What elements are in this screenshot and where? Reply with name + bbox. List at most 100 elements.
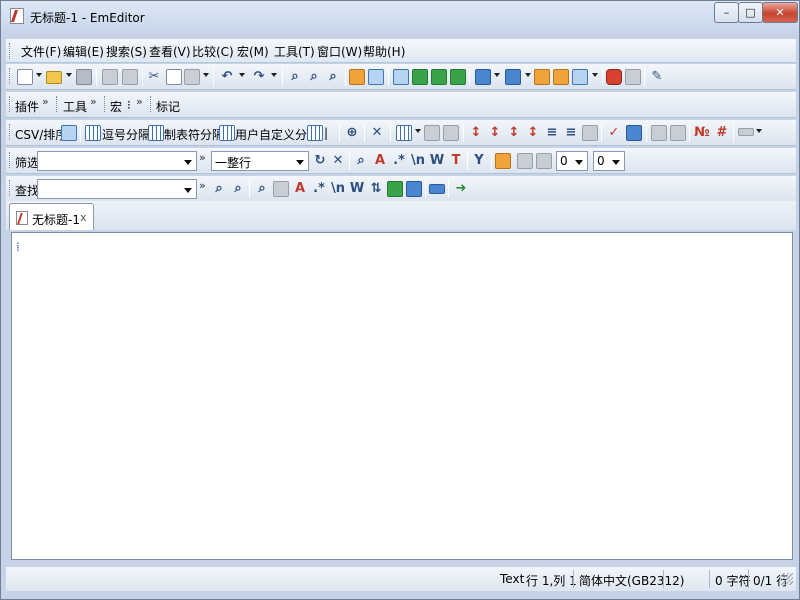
spell-check-icon[interactable]: ✓ <box>606 125 622 141</box>
filter-funnel-icon[interactable]: Y <box>471 153 487 169</box>
sort-length-asc-icon[interactable]: ≡ <box>544 125 560 141</box>
configuration-dropdown-arrow[interactable] <box>525 73 531 77</box>
sort-numeric-desc-icon[interactable]: ↕ <box>525 125 541 141</box>
columns-dropdown-arrow[interactable] <box>415 129 421 133</box>
customize-icon[interactable] <box>534 69 550 85</box>
filter-scope-select[interactable]: 一整行 <box>211 151 309 171</box>
paste-icon[interactable] <box>184 69 200 85</box>
filter-chevron[interactable]: » <box>199 151 206 164</box>
menu-tools[interactable]: 工具(T) <box>274 43 315 60</box>
encoding-dropdown-arrow[interactable] <box>494 73 500 77</box>
filter-options-icon[interactable] <box>536 153 552 169</box>
plugins-chevron[interactable]: » <box>42 95 49 108</box>
toolbar-grip[interactable] <box>9 43 12 59</box>
chevron-down-icon[interactable] <box>575 160 583 165</box>
chevron-down-icon[interactable] <box>184 188 192 193</box>
highlight-icon[interactable] <box>387 181 403 197</box>
toolbar-grip[interactable] <box>104 96 107 112</box>
find-next-icon[interactable]: ⌕ <box>230 181 246 197</box>
close-button[interactable]: ✕ <box>762 2 798 23</box>
word-count-icon[interactable] <box>626 125 642 141</box>
clear-filter-icon[interactable]: ✕ <box>330 153 346 169</box>
sort-numeric-asc-icon[interactable]: ↕ <box>506 125 522 141</box>
menu-search[interactable]: 搜索(S) <box>106 43 147 60</box>
batch-find-icon[interactable] <box>429 184 445 194</box>
undo-dropdown-arrow[interactable] <box>239 73 245 77</box>
status-mode[interactable]: Text <box>500 572 524 586</box>
toolbar-grip[interactable] <box>56 96 59 112</box>
select-column-icon[interactable] <box>424 125 440 141</box>
sort-a-z-icon[interactable]: ↕ <box>468 125 484 141</box>
tools-toolbar-label[interactable]: 工具 <box>63 98 87 115</box>
save-icon[interactable] <box>76 69 92 85</box>
match-case-icon[interactable]: A <box>292 181 308 197</box>
configuration-icon[interactable] <box>505 69 521 85</box>
view-mode-icon[interactable] <box>393 69 409 85</box>
csv-tools-icon[interactable]: ✕ <box>369 125 385 141</box>
undo-icon[interactable]: ↶ <box>219 69 235 85</box>
new-dropdown-arrow[interactable] <box>36 73 42 77</box>
menu-file[interactable]: 文件(F) <box>21 43 61 60</box>
text-editor[interactable]: ⁞ <box>11 232 793 560</box>
escape-sequence-icon[interactable]: \n <box>410 153 426 169</box>
toolbar-grip[interactable] <box>9 152 12 168</box>
find-previous-icon[interactable]: ⌕ <box>325 69 341 85</box>
match-case-icon[interactable]: A <box>372 153 388 169</box>
find-chevron[interactable]: » <box>199 179 206 192</box>
csv-mode-icon[interactable] <box>61 125 77 141</box>
tab-document[interactable]: 无标题-1 x <box>9 203 94 230</box>
numbering-icon[interactable]: № <box>694 125 710 141</box>
bookmark-filter-icon[interactable] <box>517 153 533 169</box>
lock-icon[interactable] <box>495 153 511 169</box>
menu-compare[interactable]: 比较(C) <box>192 43 234 60</box>
escape-sequence-icon[interactable]: \n <box>330 181 346 197</box>
comma-separated-icon[interactable] <box>85 125 101 141</box>
sort-options-icon[interactable] <box>582 125 598 141</box>
tab-separated-icon[interactable] <box>148 125 164 141</box>
print-icon[interactable] <box>102 69 118 85</box>
context-after-select[interactable]: 0 <box>593 151 625 171</box>
menu-help[interactable]: 帮助(H) <box>363 43 405 60</box>
bar-separated-icon[interactable] <box>307 125 323 141</box>
toolbar-grip[interactable] <box>9 180 12 196</box>
find-all-icon[interactable]: ⌕ <box>254 181 270 197</box>
title-bar[interactable]: 无标题-1 - EmEditor – □ ✕ <box>1 1 799 31</box>
record-macro-icon[interactable] <box>606 69 622 85</box>
whole-word-icon[interactable]: W <box>349 181 365 197</box>
ruler-icon[interactable] <box>738 128 754 136</box>
wrap-icon[interactable] <box>450 69 466 85</box>
menu-window[interactable]: 窗口(W) <box>317 43 362 60</box>
line-numbers-icon[interactable]: # <box>714 125 730 141</box>
open-dropdown-arrow[interactable] <box>66 73 72 77</box>
find-previous-icon[interactable]: ⌕ <box>211 181 227 197</box>
redo-icon[interactable]: ↷ <box>251 69 267 85</box>
filter-toggle-icon[interactable] <box>368 69 384 85</box>
minimize-button[interactable]: – <box>714 2 739 23</box>
refresh-filter-icon[interactable]: ↻ <box>312 153 328 169</box>
macros-chevron[interactable]: » <box>136 95 143 108</box>
run-macro-icon[interactable] <box>625 69 641 85</box>
regex-icon[interactable]: .* <box>391 153 407 169</box>
status-position[interactable]: 行 1,列 1 <box>526 572 577 589</box>
plugins-toolbar-label[interactable]: 插件 <box>15 98 39 115</box>
menu-view[interactable]: 查看(V) <box>149 43 191 60</box>
clear-highlight-icon[interactable]: T <box>448 153 464 169</box>
toolbar-grip[interactable] <box>9 96 12 112</box>
tab-separated-button[interactable]: 制表符分隔 <box>164 126 224 143</box>
menu-edit[interactable]: 编辑(E) <box>63 43 104 60</box>
chevron-down-icon[interactable] <box>296 160 304 165</box>
context-before-select[interactable]: 0 <box>556 151 588 171</box>
properties-icon[interactable] <box>553 69 569 85</box>
toolbar-grip[interactable] <box>9 124 12 140</box>
filter-input[interactable] <box>37 151 197 171</box>
comma-separated-button[interactable]: 逗号分隔 <box>102 126 150 143</box>
resize-grip-icon[interactable] <box>781 573 793 585</box>
ruler-dropdown-arrow[interactable] <box>756 129 762 133</box>
redo-dropdown-arrow[interactable] <box>271 73 277 77</box>
copy-icon[interactable] <box>166 69 182 85</box>
toolbar-grip[interactable] <box>9 68 12 84</box>
split-window-icon[interactable] <box>651 125 667 141</box>
sort-z-a-icon[interactable]: ↕ <box>487 125 503 141</box>
print-preview-icon[interactable] <box>122 69 138 85</box>
toolbar-grip[interactable] <box>150 96 153 112</box>
